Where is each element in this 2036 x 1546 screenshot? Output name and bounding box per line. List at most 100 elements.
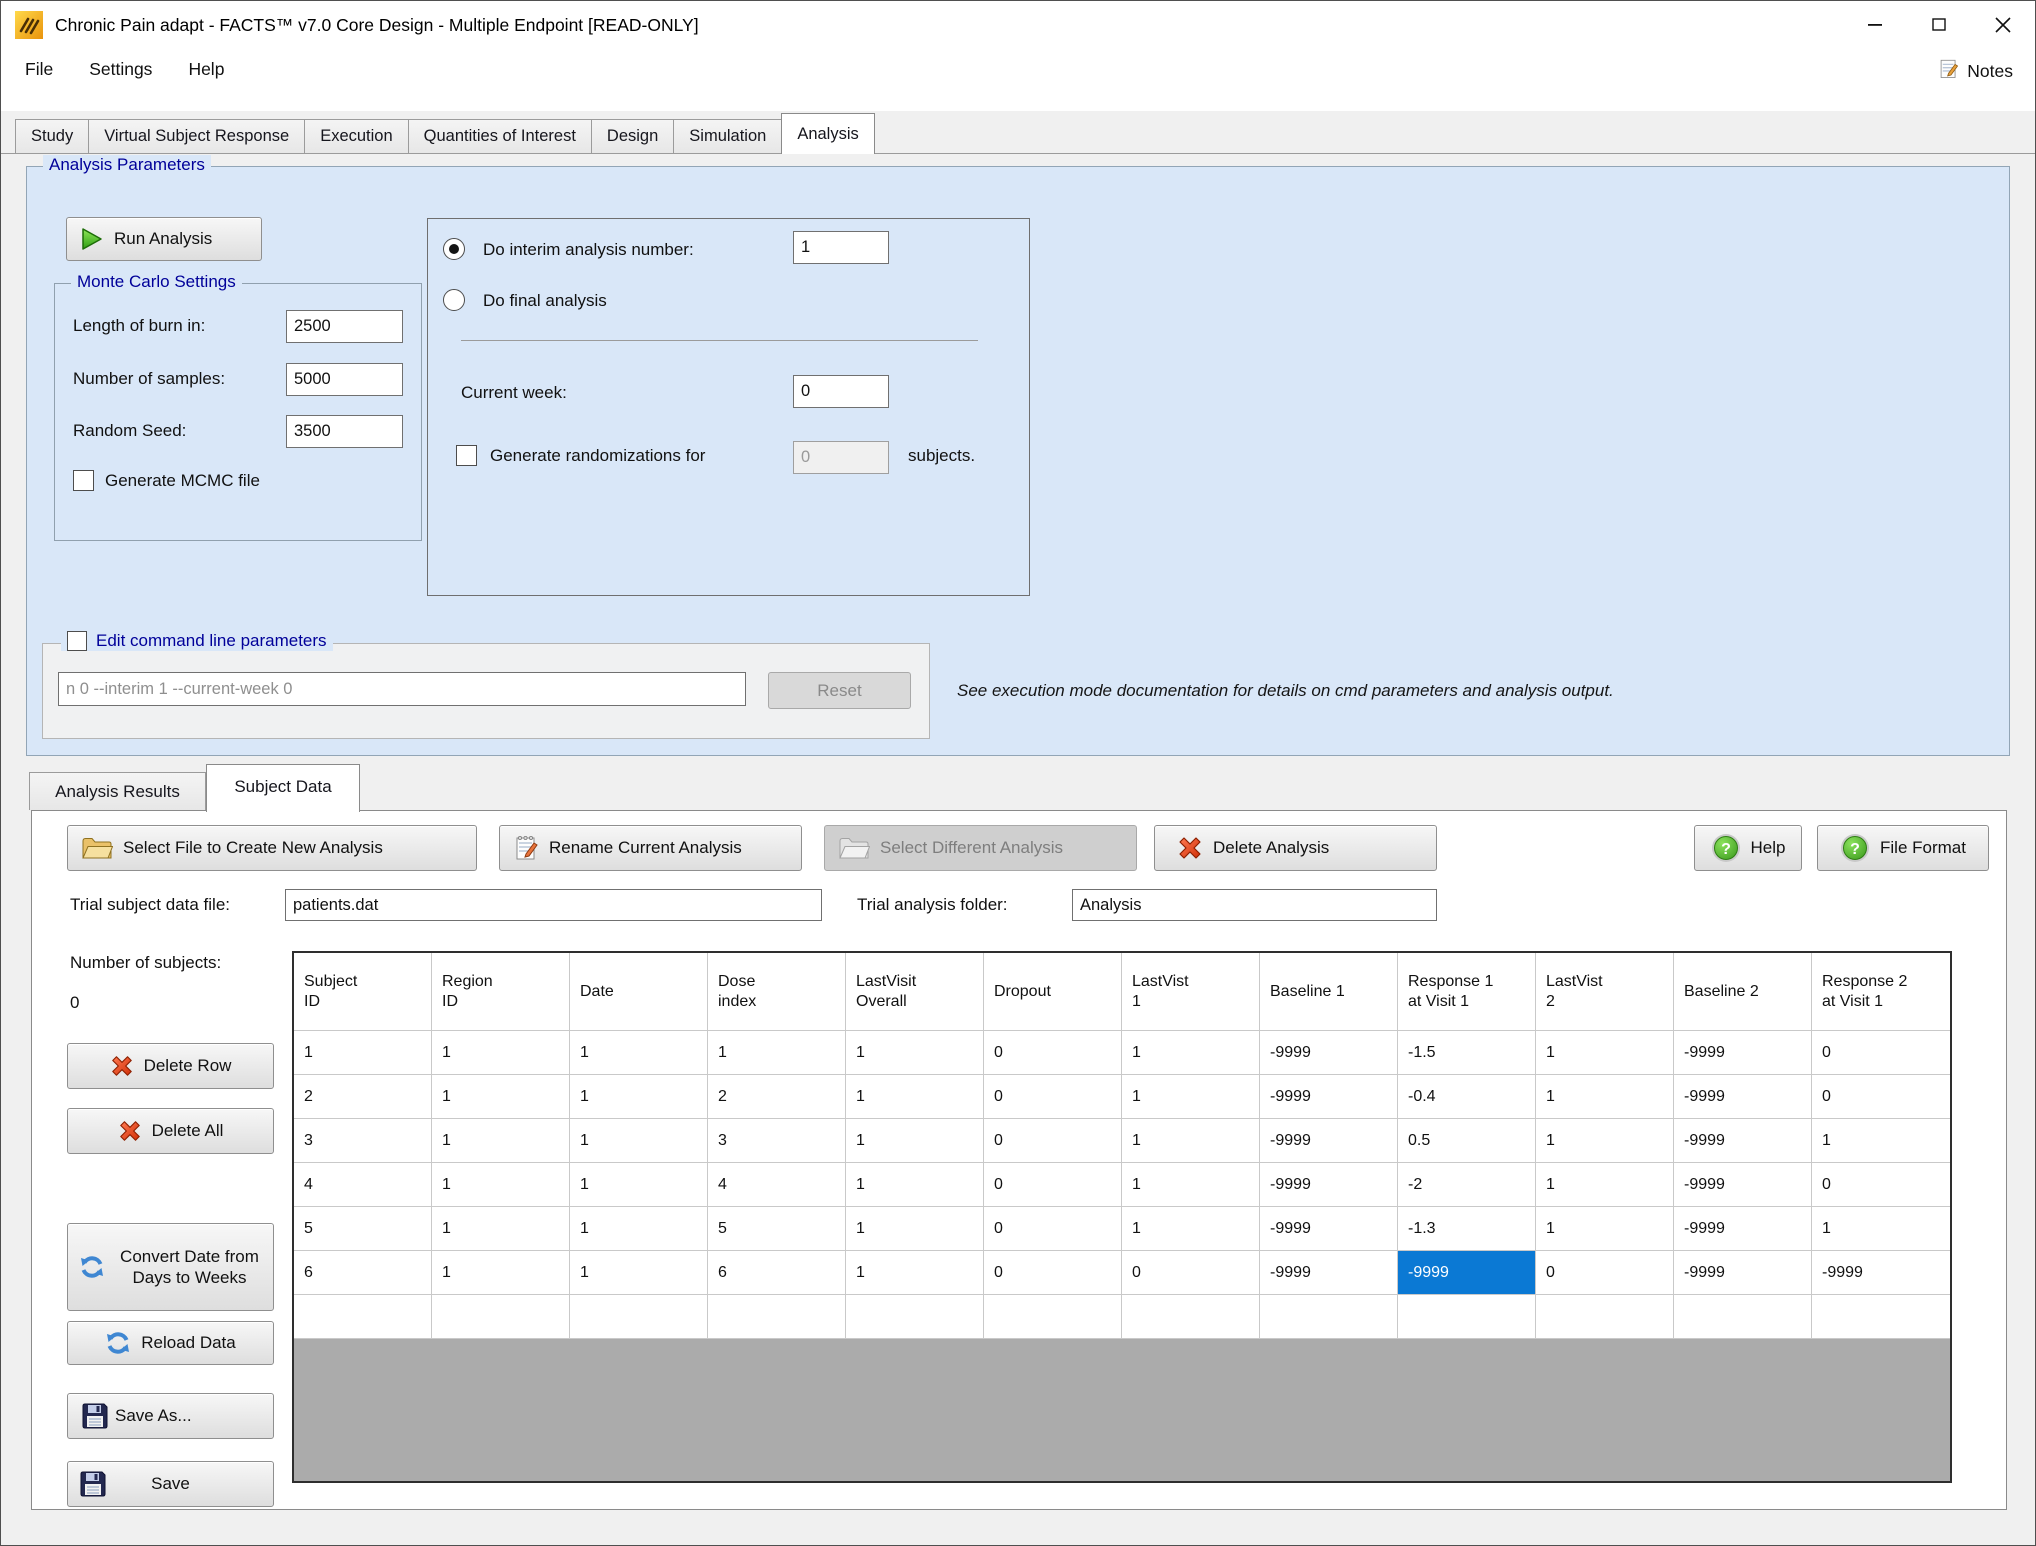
- table-cell-empty[interactable]: [432, 1295, 570, 1338]
- table-cell-empty[interactable]: [708, 1295, 846, 1338]
- table-cell[interactable]: 1: [432, 1251, 570, 1294]
- tab-study[interactable]: Study: [15, 119, 89, 153]
- tab-subject-data[interactable]: Subject Data: [206, 764, 360, 812]
- run-analysis-button[interactable]: Run Analysis: [66, 217, 262, 261]
- table-cell[interactable]: 1: [1812, 1119, 1950, 1162]
- table-cell-empty[interactable]: [1122, 1295, 1260, 1338]
- table-cell[interactable]: 2: [708, 1075, 846, 1118]
- table-cell[interactable]: 1: [1812, 1207, 1950, 1250]
- table-cell[interactable]: 1: [432, 1119, 570, 1162]
- column-header[interactable]: Baseline 2: [1674, 953, 1812, 1030]
- column-header[interactable]: Subject ID: [294, 953, 432, 1030]
- table-cell[interactable]: 0: [1536, 1251, 1674, 1294]
- table-cell[interactable]: 1: [570, 1251, 708, 1294]
- table-cell[interactable]: -9999: [1674, 1031, 1812, 1074]
- table-cell[interactable]: -9999: [1674, 1207, 1812, 1250]
- tab-simulation[interactable]: Simulation: [673, 119, 782, 153]
- table-cell[interactable]: 0: [984, 1207, 1122, 1250]
- tab-virtual-subject-response[interactable]: Virtual Subject Response: [88, 119, 305, 153]
- table-cell[interactable]: 5: [294, 1207, 432, 1250]
- table-cell[interactable]: 0: [1812, 1163, 1950, 1206]
- table-cell-empty[interactable]: [846, 1295, 984, 1338]
- table-cell-empty[interactable]: [294, 1295, 432, 1338]
- table-cell[interactable]: -9999: [1260, 1163, 1398, 1206]
- table-cell[interactable]: 1: [432, 1163, 570, 1206]
- maximize-button[interactable]: [1907, 1, 1971, 49]
- table-cell[interactable]: -9999: [1260, 1031, 1398, 1074]
- column-header[interactable]: LastVisit Overall: [846, 953, 984, 1030]
- cmd-reset-button[interactable]: Reset: [768, 672, 911, 709]
- table-cell[interactable]: 1: [432, 1207, 570, 1250]
- cmd-input[interactable]: [58, 672, 746, 706]
- table-cell[interactable]: 1: [432, 1075, 570, 1118]
- menu-file[interactable]: File: [25, 57, 67, 86]
- table-cell[interactable]: 6: [708, 1251, 846, 1294]
- table-cell-empty[interactable]: [1812, 1295, 1950, 1338]
- tab-design[interactable]: Design: [591, 119, 674, 153]
- seed-input[interactable]: [286, 415, 403, 448]
- delete-analysis-button[interactable]: Delete Analysis: [1154, 825, 1437, 871]
- table-cell[interactable]: 6: [294, 1251, 432, 1294]
- table-cell-empty[interactable]: [570, 1295, 708, 1338]
- table-cell[interactable]: 1: [1536, 1031, 1674, 1074]
- table-cell[interactable]: 4: [708, 1163, 846, 1206]
- table-cell[interactable]: 1: [570, 1119, 708, 1162]
- column-header[interactable]: Baseline 1: [1260, 953, 1398, 1030]
- menu-help[interactable]: Help: [188, 57, 238, 86]
- rename-analysis-button[interactable]: Rename Current Analysis: [499, 825, 802, 871]
- table-cell[interactable]: 1: [846, 1251, 984, 1294]
- table-cell[interactable]: 1: [570, 1075, 708, 1118]
- close-button[interactable]: [1971, 1, 2035, 49]
- table-cell[interactable]: -9999: [1674, 1163, 1812, 1206]
- column-header[interactable]: Dose index: [708, 953, 846, 1030]
- table-cell[interactable]: 0: [984, 1251, 1122, 1294]
- column-header[interactable]: Region ID: [432, 953, 570, 1030]
- save-button[interactable]: Save: [67, 1461, 274, 1507]
- folder-input[interactable]: [1072, 889, 1437, 921]
- table-cell[interactable]: 1: [846, 1119, 984, 1162]
- tab-analysis[interactable]: Analysis: [781, 113, 874, 154]
- table-cell[interactable]: 1: [1122, 1207, 1260, 1250]
- column-header[interactable]: Dropout: [984, 953, 1122, 1030]
- mcmc-checkbox[interactable]: [73, 470, 94, 491]
- cmd-edit-checkbox[interactable]: [67, 631, 87, 651]
- table-cell[interactable]: 1: [1122, 1075, 1260, 1118]
- randomizations-input[interactable]: [793, 441, 889, 474]
- table-cell[interactable]: -9999: [1260, 1207, 1398, 1250]
- tab-execution[interactable]: Execution: [304, 119, 408, 153]
- table-cell[interactable]: 1: [1536, 1163, 1674, 1206]
- table-cell[interactable]: 1: [570, 1207, 708, 1250]
- table-cell[interactable]: 0: [1812, 1031, 1950, 1074]
- table-cell[interactable]: -9999: [1674, 1251, 1812, 1294]
- table-cell[interactable]: 3: [708, 1119, 846, 1162]
- table-cell[interactable]: -9999: [1812, 1251, 1950, 1294]
- delete-row-button[interactable]: Delete Row: [67, 1043, 274, 1089]
- table-cell[interactable]: 1: [846, 1031, 984, 1074]
- table-cell[interactable]: 1: [432, 1031, 570, 1074]
- reload-data-button[interactable]: Reload Data: [67, 1321, 274, 1365]
- final-radio[interactable]: [443, 289, 465, 311]
- help-button[interactable]: ? Help: [1694, 825, 1802, 871]
- column-header[interactable]: LastVist 2: [1536, 953, 1674, 1030]
- table-cell-empty[interactable]: [1674, 1295, 1812, 1338]
- table-cell[interactable]: -9999: [1260, 1119, 1398, 1162]
- burn-in-input[interactable]: [286, 310, 403, 343]
- table-cell[interactable]: 0: [984, 1119, 1122, 1162]
- table-cell[interactable]: -9999: [1260, 1251, 1398, 1294]
- table-cell[interactable]: 1: [570, 1163, 708, 1206]
- column-header[interactable]: Response 1 at Visit 1: [1398, 953, 1536, 1030]
- minimize-button[interactable]: [1843, 1, 1907, 49]
- menu-settings[interactable]: Settings: [89, 57, 166, 86]
- column-header[interactable]: Response 2 at Visit 1: [1812, 953, 1950, 1030]
- table-cell[interactable]: 0: [984, 1163, 1122, 1206]
- file-format-button[interactable]: ? File Format: [1817, 825, 1989, 871]
- table-cell[interactable]: 1: [846, 1207, 984, 1250]
- notes-button[interactable]: Notes: [1937, 57, 2013, 85]
- save-as-button[interactable]: Save As...: [67, 1393, 274, 1439]
- table-cell-empty[interactable]: [1260, 1295, 1398, 1338]
- table-cell[interactable]: 1: [294, 1031, 432, 1074]
- table-cell[interactable]: -9999: [1674, 1075, 1812, 1118]
- table-cell[interactable]: 1: [1122, 1163, 1260, 1206]
- table-cell[interactable]: 1: [1536, 1075, 1674, 1118]
- column-header[interactable]: Date: [570, 953, 708, 1030]
